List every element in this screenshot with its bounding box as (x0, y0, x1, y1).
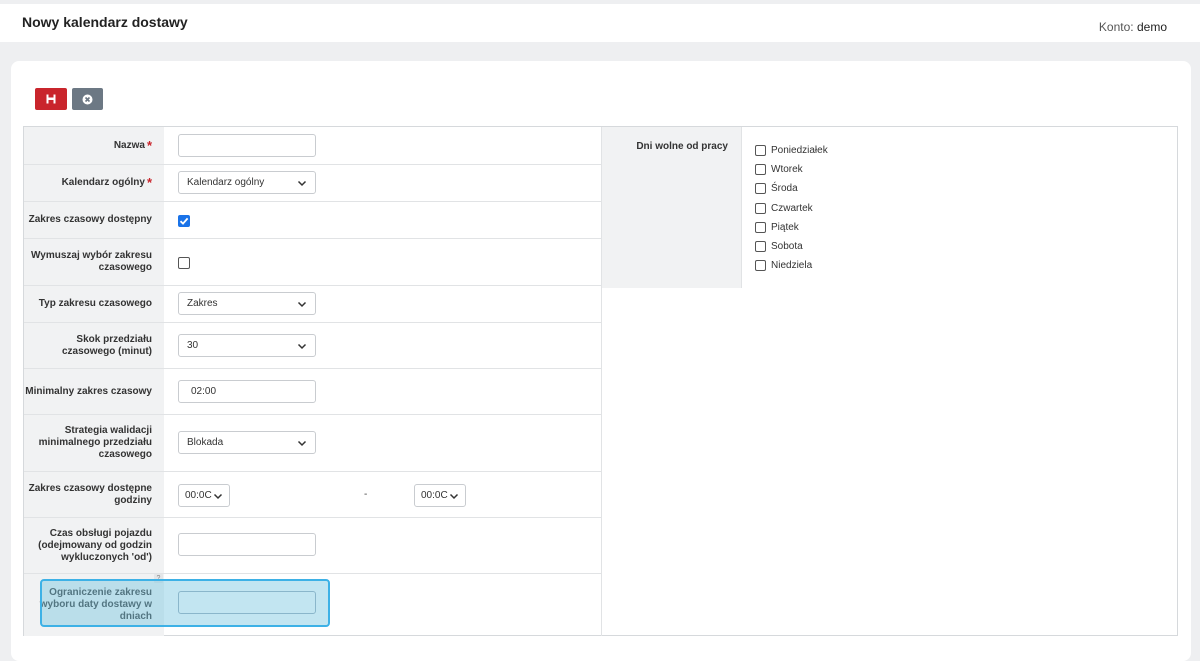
days-off-list: Poniedziałek Wtorek Środa Czwartek Piąte… (755, 141, 828, 275)
save-icon (46, 94, 56, 104)
save-button[interactable] (35, 88, 67, 110)
account-info: Konto: demo (1099, 20, 1167, 34)
day-wednesday[interactable]: Środa (755, 179, 828, 198)
account-label: Konto: (1098, 20, 1134, 34)
row-vehicle-handling: Czas obsługi pojazdu (odejmowany od godz… (24, 518, 601, 574)
account-value[interactable]: demo (1137, 20, 1167, 34)
name-label: Nazwa * (24, 127, 164, 164)
day-thursday[interactable]: Czwartek (755, 199, 828, 218)
row-min-range: Minimalny zakres czasowy 02:00 (24, 369, 601, 415)
hours-to-select[interactable]: 00:0C (414, 484, 466, 507)
validation-strategy-label: Strategia walidacji minimalnego przedzia… (24, 415, 164, 471)
time-range-available-checkbox[interactable] (178, 215, 190, 227)
hours-separator: - (364, 489, 368, 500)
available-hours-label: Zakres czasowy dostępne godziny (24, 472, 164, 517)
row-general-calendar: Kalendarz ogólny * Kalendarz ogólny (24, 165, 601, 202)
main-panel: Nazwa * Kalendarz ogólny * Kalendarz ogóln… (11, 61, 1191, 661)
day-checkbox[interactable] (755, 145, 766, 157)
time-range-type-select[interactable]: Zakres (178, 292, 316, 315)
chevron-down-icon (449, 493, 459, 499)
row-time-range-type: Typ zakresu czasowego Zakres (24, 286, 601, 323)
general-calendar-label: Kalendarz ogólny * (24, 165, 164, 201)
chevron-down-icon (297, 440, 307, 446)
day-checkbox[interactable] (755, 164, 766, 176)
row-validation-strategy: Strategia walidacji minimalnego przedzia… (24, 415, 601, 472)
day-monday[interactable]: Poniedziałek (755, 141, 828, 160)
day-friday[interactable]: Piątek (755, 218, 828, 237)
row-time-range-available: Zakres czasowy dostępny (24, 202, 601, 239)
time-range-type-label: Typ zakresu czasowego (24, 286, 164, 322)
validation-strategy-select[interactable]: Blokada (178, 431, 316, 454)
row-name: Nazwa * (24, 127, 601, 165)
hours-from-select[interactable]: 00:0C (178, 484, 230, 507)
chevron-down-icon (213, 493, 223, 499)
day-saturday[interactable]: Sobota (755, 237, 828, 256)
general-calendar-select[interactable]: Kalendarz ogólny (178, 171, 316, 194)
chevron-down-icon (297, 343, 307, 349)
vehicle-handling-input[interactable] (178, 533, 316, 556)
chevron-down-icon (297, 180, 307, 186)
min-range-label: Minimalny zakres czasowy (24, 369, 164, 414)
interval-step-label: Skok przedziału czasowego (minut) (24, 323, 164, 368)
day-checkbox[interactable] (755, 241, 766, 253)
chevron-down-icon (297, 301, 307, 307)
top-bar: Nowy kalendarz dostawy Konto: demo (0, 0, 1200, 42)
day-sunday[interactable]: Niedziela (755, 256, 828, 275)
row-available-hours: Zakres czasowy dostępne godziny 00:0C - … (24, 472, 601, 518)
day-checkbox[interactable] (755, 260, 766, 272)
page-title: Nowy kalendarz dostawy (22, 14, 188, 30)
day-checkbox[interactable] (755, 183, 766, 195)
vehicle-handling-label: Czas obsługi pojazdu (odejmowany od godz… (24, 518, 164, 573)
calendar-form: Nazwa * Kalendarz ogólny * Kalendarz ogóln… (23, 126, 1178, 636)
close-circle-icon (82, 94, 93, 104)
focus-highlight (40, 579, 330, 627)
column-divider (601, 288, 602, 636)
day-checkbox[interactable] (755, 221, 766, 233)
days-off-label: Dni wolne od pracy (601, 127, 742, 288)
force-time-range-checkbox[interactable] (178, 257, 190, 269)
cancel-button[interactable] (72, 88, 103, 110)
day-tuesday[interactable]: Wtorek (755, 160, 828, 179)
day-checkbox[interactable] (755, 202, 766, 214)
interval-step-select[interactable]: 30 (178, 334, 316, 357)
force-time-range-label: Wymuszaj wybór zakresu czasowego (24, 239, 164, 285)
time-range-available-label: Zakres czasowy dostępny (24, 202, 164, 238)
checkmark-icon (179, 217, 189, 225)
row-interval-step: Skok przedziału czasowego (minut) 30 (24, 323, 601, 369)
min-range-input[interactable]: 02:00 (178, 380, 316, 403)
name-input[interactable] (178, 134, 316, 157)
row-force-time-range: Wymuszaj wybór zakresu czasowego (24, 239, 601, 286)
